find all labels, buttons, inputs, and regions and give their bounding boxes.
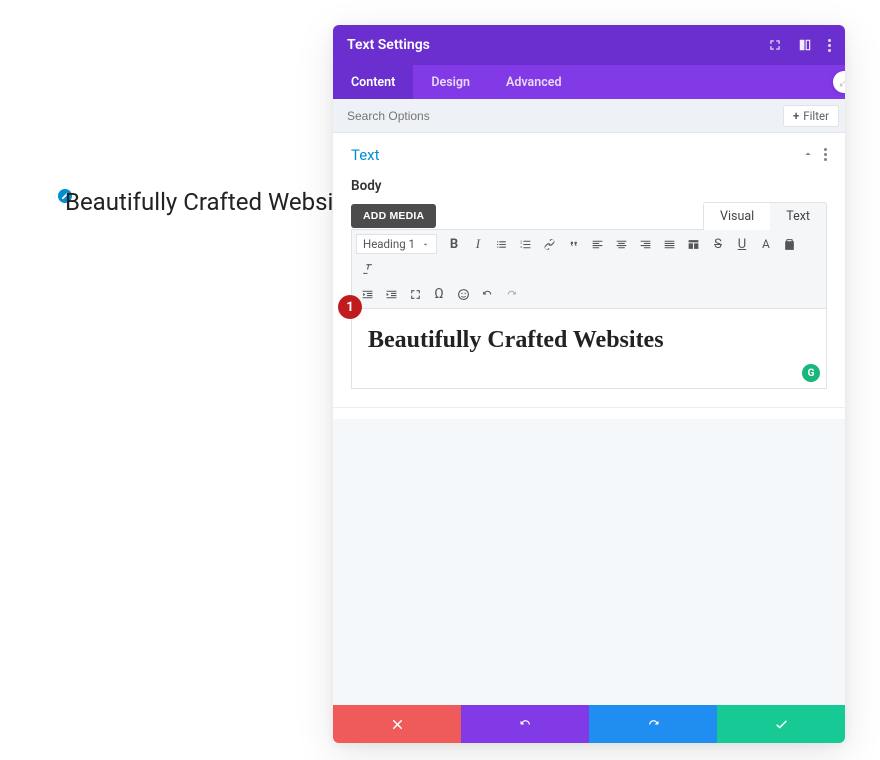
text-color-button[interactable]: A [755,233,777,255]
panel-footer [333,705,845,743]
editor-tab-visual[interactable]: Visual [704,203,770,230]
tab-design[interactable]: Design [413,65,488,99]
link-button[interactable] [539,233,561,255]
tab-content[interactable]: Content [333,65,413,99]
table-button[interactable] [683,233,705,255]
clear-format-button[interactable] [356,257,378,279]
align-center-button[interactable] [611,233,633,255]
special-char-button[interactable]: Ω [428,283,450,305]
add-media-button[interactable]: ADD MEDIA [351,204,436,228]
collapse-icon[interactable] [802,145,814,164]
bold-button[interactable]: B [443,233,465,255]
panel-drag-handle[interactable]: ⤢ [833,71,845,93]
editor-content-area[interactable]: 1 Beautifully Crafted Websites G [351,309,827,389]
editor-toolbar: Heading 1 B I S U A [351,229,827,309]
search-input[interactable] [347,109,783,123]
expand-icon[interactable] [768,38,782,52]
section-text-header[interactable]: Text [333,133,845,176]
number-list-button[interactable] [515,233,537,255]
search-bar: +Filter [333,99,845,133]
grammar-badge-icon[interactable]: G [802,364,820,382]
align-justify-button[interactable] [659,233,681,255]
filter-button[interactable]: +Filter [783,105,839,127]
emoji-button[interactable] [452,283,474,305]
paste-button[interactable] [779,233,801,255]
indent-button[interactable] [380,283,402,305]
italic-button[interactable]: I [467,233,489,255]
quote-button[interactable] [563,233,585,255]
section-link-header[interactable]: Link [333,408,845,419]
save-button[interactable] [717,705,845,743]
footer-redo-button[interactable] [589,705,717,743]
tab-bar: Content Design Advanced ⤢ [333,65,845,99]
strike-button[interactable]: S [707,233,729,255]
section-more-icon[interactable] [824,148,827,161]
redo-button[interactable] [500,283,522,305]
footer-undo-button[interactable] [461,705,589,743]
section-text-title: Text [351,146,802,164]
heading-dropdown[interactable]: Heading 1 [356,234,437,254]
settings-panel: Text Settings Content Design Advanced ⤢ … [333,25,845,743]
more-icon[interactable] [828,39,831,52]
tab-advanced[interactable]: Advanced [488,65,580,99]
editor-tab-text[interactable]: Text [770,203,826,230]
panel-header: Text Settings [333,25,845,65]
body-label: Body [351,178,827,194]
section-link: Link [333,408,845,419]
snap-icon[interactable] [798,38,812,52]
callout-badge-1: 1 [338,295,362,319]
fullscreen-button[interactable] [404,283,426,305]
align-right-button[interactable] [635,233,657,255]
editor-tabs: Visual Text [703,202,827,230]
editor-text[interactable]: Beautifully Crafted Websites [368,327,810,354]
canvas-preview-text: Beautifully Crafted Websites [65,188,366,216]
align-left-button[interactable] [587,233,609,255]
panel-title: Text Settings [347,37,768,53]
section-text: Text Body ADD MEDIA Visual Text [333,133,845,408]
bullet-list-button[interactable] [491,233,513,255]
underline-button[interactable]: U [731,233,753,255]
cancel-button[interactable] [333,705,461,743]
undo-button[interactable] [476,283,498,305]
